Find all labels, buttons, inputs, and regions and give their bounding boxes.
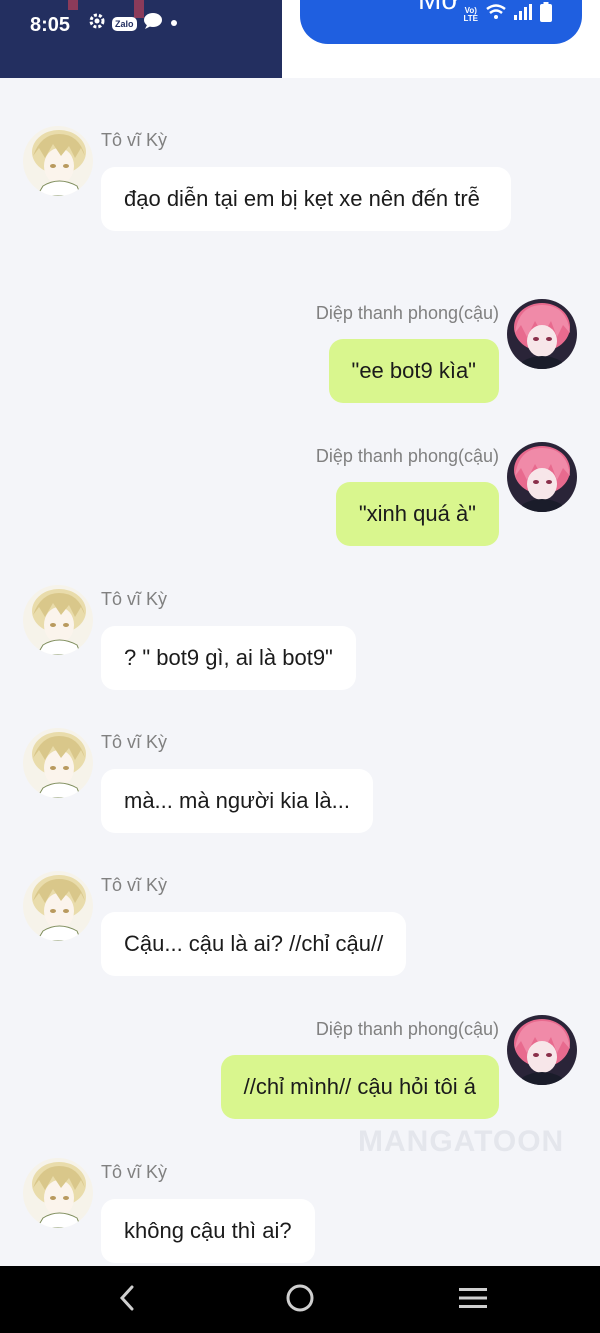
recents-button[interactable]	[453, 1284, 493, 1316]
gear-icon	[88, 12, 106, 35]
avatar[interactable]	[23, 126, 93, 196]
wifi-icon	[486, 4, 506, 25]
sender-name: Diệp thanh phong(cậu)	[315, 1019, 499, 1039]
back-button[interactable]	[107, 1284, 147, 1316]
avatar[interactable]	[507, 299, 577, 369]
dot-icon	[169, 15, 179, 33]
avatar[interactable]	[507, 442, 577, 512]
message-bubble[interactable]: //chỉ mình// cậu hỏi tôi á	[220, 1055, 499, 1119]
message-bubble[interactable]: "xinh quá à"	[335, 482, 499, 546]
home-button[interactable]	[280, 1284, 320, 1316]
avatar[interactable]	[23, 871, 93, 941]
avatar[interactable]	[23, 728, 93, 798]
zalo-icon: Zalo	[112, 16, 137, 31]
notification-icons: Zalo	[88, 12, 179, 35]
watermark: MANGATOON	[358, 1125, 565, 1158]
navigation-bar	[0, 1266, 600, 1333]
message-bubble[interactable]: ? " bot9 gì, ai là bot9"	[101, 626, 356, 690]
sender-name: Diệp thanh phong(cậu)	[315, 446, 499, 466]
status-time: 8:05	[30, 14, 71, 36]
status-bar: 8:05 Zalo	[0, 0, 282, 78]
sender-name: Tô vĩ Kỳ	[101, 875, 168, 895]
message-bubble[interactable]: mà... mà người kia là...	[101, 769, 374, 833]
message-bubble[interactable]: "ee bot9 kìa"	[328, 339, 499, 403]
signal-icon	[514, 4, 532, 25]
message-bubble[interactable]: Cậu... cậu là ai? //chỉ cậu//	[101, 912, 407, 976]
open-button[interactable]: Mở Vo)LTE	[300, 0, 582, 44]
message-bubble[interactable]: đạo diễn tại em bị kẹt xe nên đến trễ	[101, 167, 511, 231]
system-icons: Vo) LTE	[463, 2, 552, 27]
volte-icon: Vo) LTE	[463, 5, 478, 23]
sender-name: Tô vĩ Kỳ	[101, 732, 168, 752]
menu-lines-icon	[458, 1286, 488, 1315]
sender-name: Tô vĩ Kỳ	[101, 589, 168, 609]
sender-name: Tô vĩ Kỳ	[101, 1162, 168, 1182]
open-button-label: Mở	[418, 0, 460, 16]
battery-icon	[540, 2, 552, 27]
sender-name: Diệp thanh phong(cậu)	[315, 303, 499, 323]
sender-name: Tô vĩ Kỳ	[101, 130, 168, 150]
back-chevron-icon	[118, 1284, 136, 1317]
decor-tab	[68, 0, 78, 10]
chat-bubble-icon	[143, 12, 163, 35]
avatar[interactable]	[23, 585, 93, 655]
avatar[interactable]	[23, 1158, 93, 1228]
message-bubble[interactable]: không cậu thì ai?	[101, 1199, 315, 1263]
avatar[interactable]	[507, 1015, 577, 1085]
top-bar: 8:05 Zalo Mở Vo)LTE	[0, 0, 600, 78]
home-circle-icon	[285, 1283, 315, 1318]
